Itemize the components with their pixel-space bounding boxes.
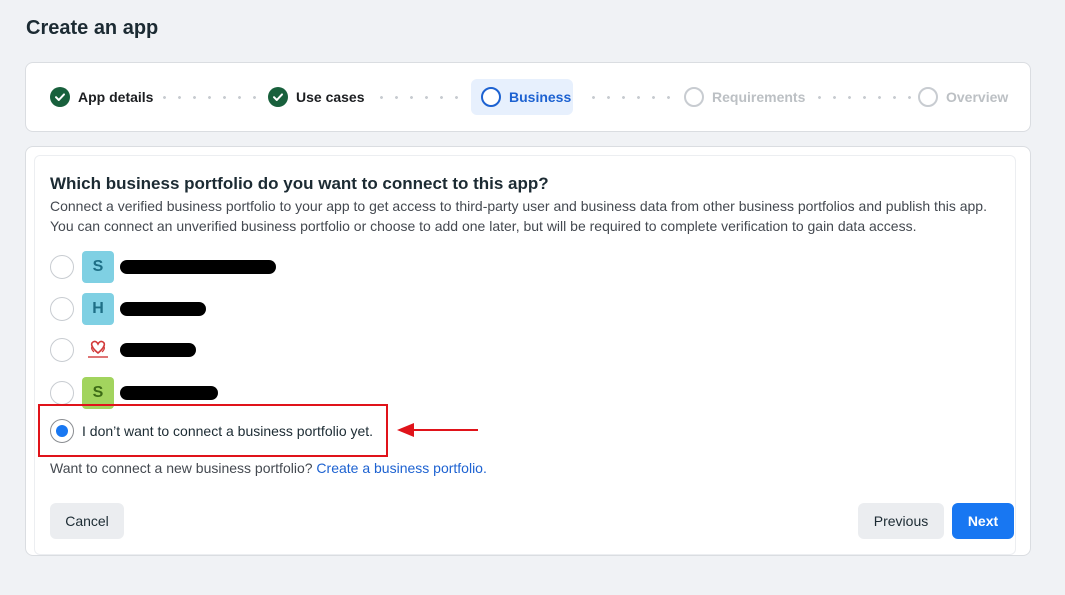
question-heading: Which business portfolio do you want to …: [50, 174, 549, 193]
radio-button[interactable]: [50, 338, 74, 362]
portfolio-avatar: S: [82, 251, 114, 283]
step-business[interactable]: Business: [471, 79, 573, 115]
step-connector: [812, 96, 912, 99]
portfolio-option[interactable]: S: [50, 251, 276, 283]
heart-logo-icon: [82, 334, 114, 366]
step-use-cases[interactable]: Use cases: [258, 79, 375, 115]
circle-icon: [684, 87, 704, 107]
step-app-details[interactable]: App details: [40, 79, 163, 115]
radio-button[interactable]: [50, 297, 74, 321]
step-connector: [374, 96, 469, 99]
no-portfolio-option[interactable]: I don’t want to connect a business portf…: [50, 419, 373, 443]
redacted-name: [120, 343, 196, 357]
radio-button-selected[interactable]: [50, 419, 74, 443]
create-portfolio-link[interactable]: Create a business portfolio.: [316, 460, 486, 476]
redacted-name: [120, 302, 206, 316]
arrow-annotation-icon: [396, 421, 480, 444]
circle-icon: [481, 87, 501, 107]
step-requirements[interactable]: Requirements: [674, 79, 815, 115]
no-portfolio-label: I don’t want to connect a business portf…: [82, 423, 374, 439]
step-connector: [586, 96, 678, 99]
check-circle-icon: [268, 87, 288, 107]
page-title: Create an app: [26, 17, 159, 39]
new-portfolio-text: Want to connect a new business portfolio…: [50, 460, 313, 476]
check-circle-icon: [50, 87, 70, 107]
radio-button[interactable]: [50, 255, 74, 279]
step-connector: [157, 96, 262, 99]
previous-button[interactable]: Previous: [858, 503, 944, 539]
portfolio-option[interactable]: [50, 334, 196, 366]
stepper: App details Use cases Business Requireme…: [25, 62, 1031, 132]
radio-button[interactable]: [50, 381, 74, 405]
step-overview[interactable]: Overview: [908, 79, 1018, 115]
cancel-button[interactable]: Cancel: [50, 503, 124, 539]
radio-dot: [56, 425, 68, 437]
step-label: App details: [78, 89, 154, 105]
portfolio-avatar: H: [82, 293, 114, 325]
circle-icon: [918, 87, 938, 107]
step-label: Requirements: [712, 89, 806, 105]
redacted-name: [120, 260, 276, 274]
step-label: Use cases: [296, 89, 365, 105]
step-label: Business: [509, 89, 572, 105]
new-portfolio-prompt: Want to connect a new business portfolio…: [50, 460, 487, 476]
next-button[interactable]: Next: [952, 503, 1014, 539]
portfolio-option[interactable]: H: [50, 293, 206, 325]
redacted-name: [120, 386, 218, 400]
question-description: Connect a verified business portfolio to…: [50, 198, 987, 234]
step-label: Overview: [946, 89, 1009, 105]
